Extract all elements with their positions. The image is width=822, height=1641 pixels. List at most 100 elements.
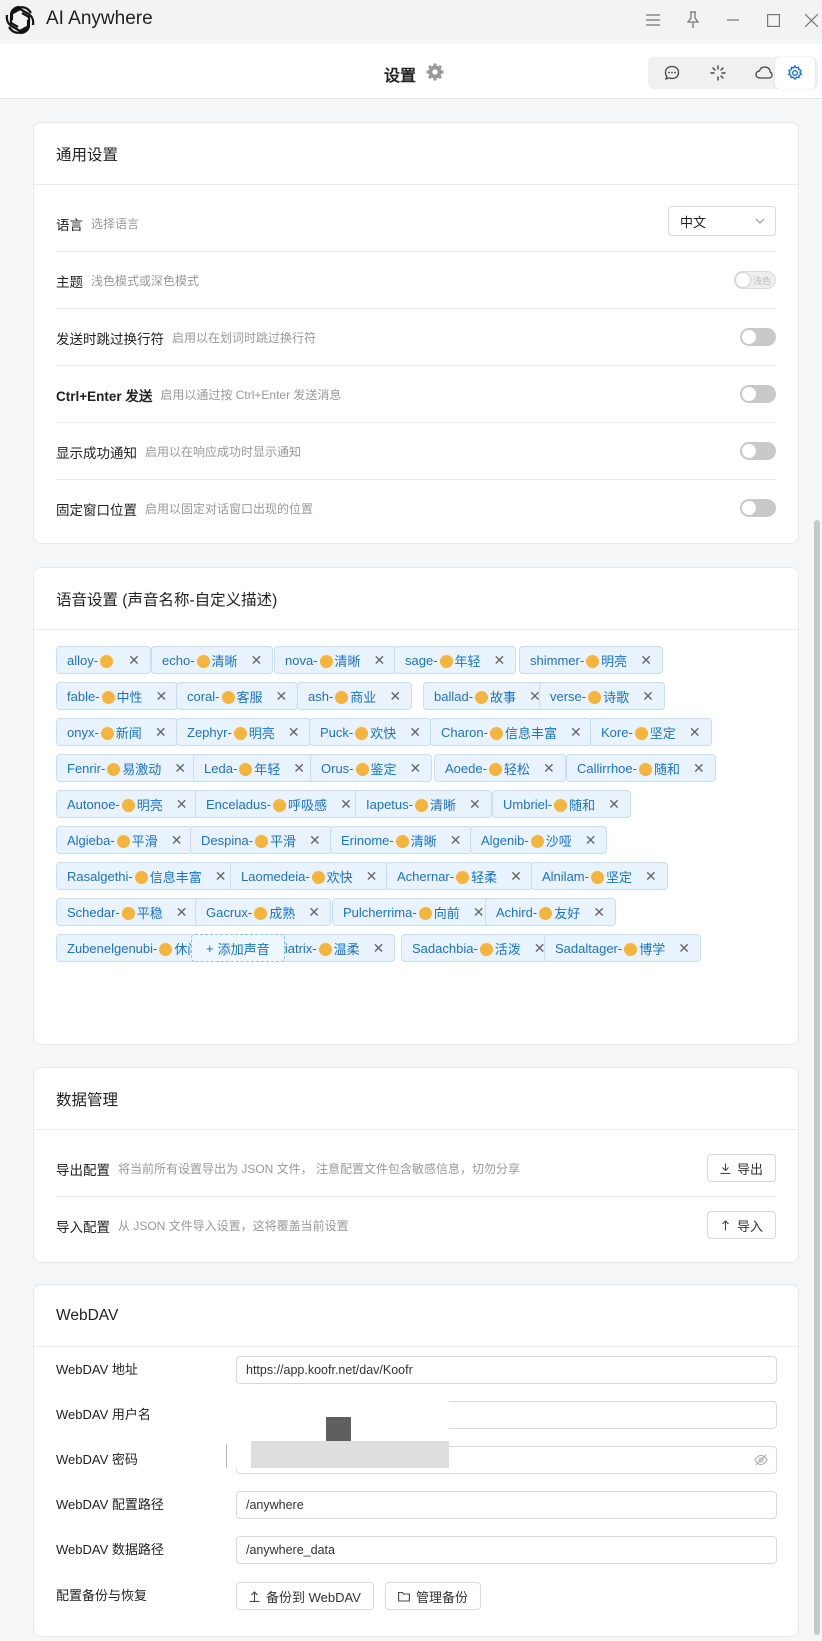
close-icon[interactable]: ✕ xyxy=(293,760,305,777)
close-icon[interactable]: ✕ xyxy=(340,796,352,813)
close-icon[interactable]: ✕ xyxy=(570,724,582,741)
close-icon[interactable]: ✕ xyxy=(494,652,506,669)
tab-chat[interactable] xyxy=(652,57,692,89)
voice-tag[interactable]: Enceladus- 呼吸感 ✕ xyxy=(195,790,363,818)
close-icon[interactable]: ✕ xyxy=(543,760,555,777)
gear-icon xyxy=(426,63,444,81)
voice-tag[interactable]: Rasalgethi- 信息丰富 ✕ xyxy=(56,862,238,890)
voice-tag[interactable]: Achernar- 轻柔 ✕ xyxy=(386,862,533,890)
close-icon[interactable]: ✕ xyxy=(693,760,705,777)
language-select[interactable]: 中文 xyxy=(668,206,776,236)
voice-tag[interactable]: Umbriel- 随和 ✕ xyxy=(492,790,631,818)
eye-slash-icon[interactable] xyxy=(754,1454,768,1466)
close-icon[interactable]: ✕ xyxy=(640,652,652,669)
voice-tag[interactable]: onyx- 新闻 ✕ xyxy=(56,718,178,746)
voice-tag[interactable]: Zephyr- 明亮 ✕ xyxy=(176,718,311,746)
scrollbar-thumb[interactable] xyxy=(814,520,820,1635)
voice-tag[interactable]: Fenrir- 易激动 ✕ xyxy=(56,754,198,782)
voice-tag[interactable]: Orus- 鉴定 ✕ xyxy=(310,754,433,782)
close-icon[interactable]: ✕ xyxy=(645,868,657,885)
voice-tag[interactable]: Laomedeia- 欢快 ✕ xyxy=(230,862,389,890)
close-icon[interactable]: ✕ xyxy=(642,688,654,705)
close-icon[interactable]: ✕ xyxy=(288,724,300,741)
voice-tag[interactable]: Schedar- 平稳 ✕ xyxy=(56,898,199,926)
close-icon[interactable]: ✕ xyxy=(373,940,385,957)
close-icon[interactable]: ✕ xyxy=(593,904,605,921)
voice-tag[interactable]: Autonoe- 明亮 ✕ xyxy=(56,790,199,818)
menu-button[interactable] xyxy=(640,7,666,33)
close-icon[interactable]: ✕ xyxy=(608,796,620,813)
close-icon[interactable]: ✕ xyxy=(450,832,462,849)
success-notify-toggle[interactable] xyxy=(740,442,776,460)
voice-tag[interactable]: nova- 清晰 ✕ xyxy=(274,646,397,674)
close-icon[interactable]: ✕ xyxy=(308,904,320,921)
close-icon[interactable]: ✕ xyxy=(366,868,378,885)
voice-tag[interactable]: Pulcherrima- 向前 ✕ xyxy=(332,898,496,926)
close-icon[interactable]: ✕ xyxy=(176,796,188,813)
close-icon[interactable]: ✕ xyxy=(251,652,263,669)
fixed-position-toggle[interactable] xyxy=(740,499,776,517)
import-button[interactable]: 导入 xyxy=(706,1211,776,1239)
tab-loading[interactable] xyxy=(698,57,738,89)
close-icon[interactable]: ✕ xyxy=(585,832,597,849)
voice-tag[interactable]: Puck- 欢快 ✕ xyxy=(309,718,432,746)
close-icon[interactable]: ✕ xyxy=(689,724,701,741)
voice-tag[interactable]: Charon- 信息丰富 ✕ xyxy=(430,718,593,746)
voice-tag[interactable]: shimmer- 明亮 ✕ xyxy=(519,646,663,674)
close-icon[interactable]: ✕ xyxy=(276,688,288,705)
voice-tag[interactable]: Gacrux- 成熟 ✕ xyxy=(195,898,331,926)
close-icon[interactable]: ✕ xyxy=(128,652,140,669)
close-icon[interactable]: ✕ xyxy=(469,796,481,813)
close-icon[interactable]: ✕ xyxy=(176,904,188,921)
voice-tag[interactable]: Erinome- 清晰 ✕ xyxy=(330,826,473,854)
voice-tag[interactable]: echo- 清晰 ✕ xyxy=(151,646,274,674)
close-icon[interactable]: ✕ xyxy=(510,868,522,885)
voice-tag[interactable]: Sadachbia- 活泼 ✕ xyxy=(401,934,557,962)
close-icon[interactable]: ✕ xyxy=(215,868,227,885)
theme-toggle[interactable]: 浅色 xyxy=(734,271,776,289)
close-icon[interactable]: ✕ xyxy=(156,688,168,705)
voice-tag[interactable]: Achird- 友好 ✕ xyxy=(485,898,616,926)
close-icon[interactable]: ✕ xyxy=(473,904,485,921)
voice-tag[interactable]: verse- 诗歌 ✕ xyxy=(539,682,665,710)
voice-tag[interactable]: Alnilam- 坚定 ✕ xyxy=(531,862,668,890)
voice-tag[interactable]: Aoede- 轻松 ✕ xyxy=(434,754,566,782)
voice-tag[interactable]: Iapetus- 清晰 ✕ xyxy=(355,790,492,818)
pin-button[interactable] xyxy=(680,7,706,33)
tab-settings[interactable] xyxy=(775,57,815,89)
close-icon[interactable]: ✕ xyxy=(309,832,321,849)
close-button[interactable] xyxy=(800,7,822,33)
webdav-data-path-input[interactable]: /anywhere_data xyxy=(236,1536,777,1564)
manage-backups-button[interactable]: 管理备份 xyxy=(385,1582,482,1610)
voice-tag[interactable]: ash- 商业 ✕ xyxy=(297,682,413,710)
close-icon[interactable]: ✕ xyxy=(410,760,422,777)
add-voice-button[interactable]: + 添加声音 xyxy=(191,934,285,962)
skip-newline-toggle[interactable] xyxy=(740,328,776,346)
voice-tag[interactable]: alloy- ✕ xyxy=(56,646,151,674)
voice-tag[interactable]: Sadaltager- 博学 ✕ xyxy=(544,934,701,962)
minimize-button[interactable] xyxy=(720,7,746,33)
voice-tag[interactable]: Callirrhoe- 随和 ✕ xyxy=(566,754,716,782)
close-icon[interactable]: ✕ xyxy=(409,724,421,741)
voice-tag[interactable]: fable- 中性 ✕ xyxy=(56,682,179,710)
voice-tag[interactable]: Algieba- 平滑 ✕ xyxy=(56,826,194,854)
close-icon[interactable]: ✕ xyxy=(389,688,401,705)
webdav-config-path-input[interactable]: /anywhere xyxy=(236,1491,777,1519)
voice-tag[interactable]: Algenib- 沙哑 ✕ xyxy=(470,826,608,854)
voice-tag[interactable]: Kore- 坚定 ✕ xyxy=(590,718,712,746)
export-button[interactable]: 导出 xyxy=(706,1154,776,1182)
voice-tag[interactable]: sage- 年轻 ✕ xyxy=(394,646,517,674)
close-icon[interactable]: ✕ xyxy=(155,724,167,741)
webdav-url-input[interactable]: https://app.koofr.net/dav/Koofr xyxy=(236,1356,777,1384)
maximize-button[interactable] xyxy=(760,7,786,33)
voice-tag[interactable]: coral- 客服 ✕ xyxy=(176,682,299,710)
ctrl-enter-toggle[interactable] xyxy=(740,385,776,403)
close-icon[interactable]: ✕ xyxy=(171,832,183,849)
backup-to-webdav-button[interactable]: 备份到 WebDAV xyxy=(236,1582,374,1610)
close-icon[interactable]: ✕ xyxy=(374,652,386,669)
voice-tag[interactable]: Leda- 年轻 ✕ xyxy=(193,754,316,782)
close-icon[interactable]: ✕ xyxy=(174,760,186,777)
voice-tag[interactable]: ballad- 故事 ✕ xyxy=(423,682,552,710)
voice-tag[interactable]: Despina- 平滑 ✕ xyxy=(190,826,332,854)
close-icon[interactable]: ✕ xyxy=(678,940,690,957)
